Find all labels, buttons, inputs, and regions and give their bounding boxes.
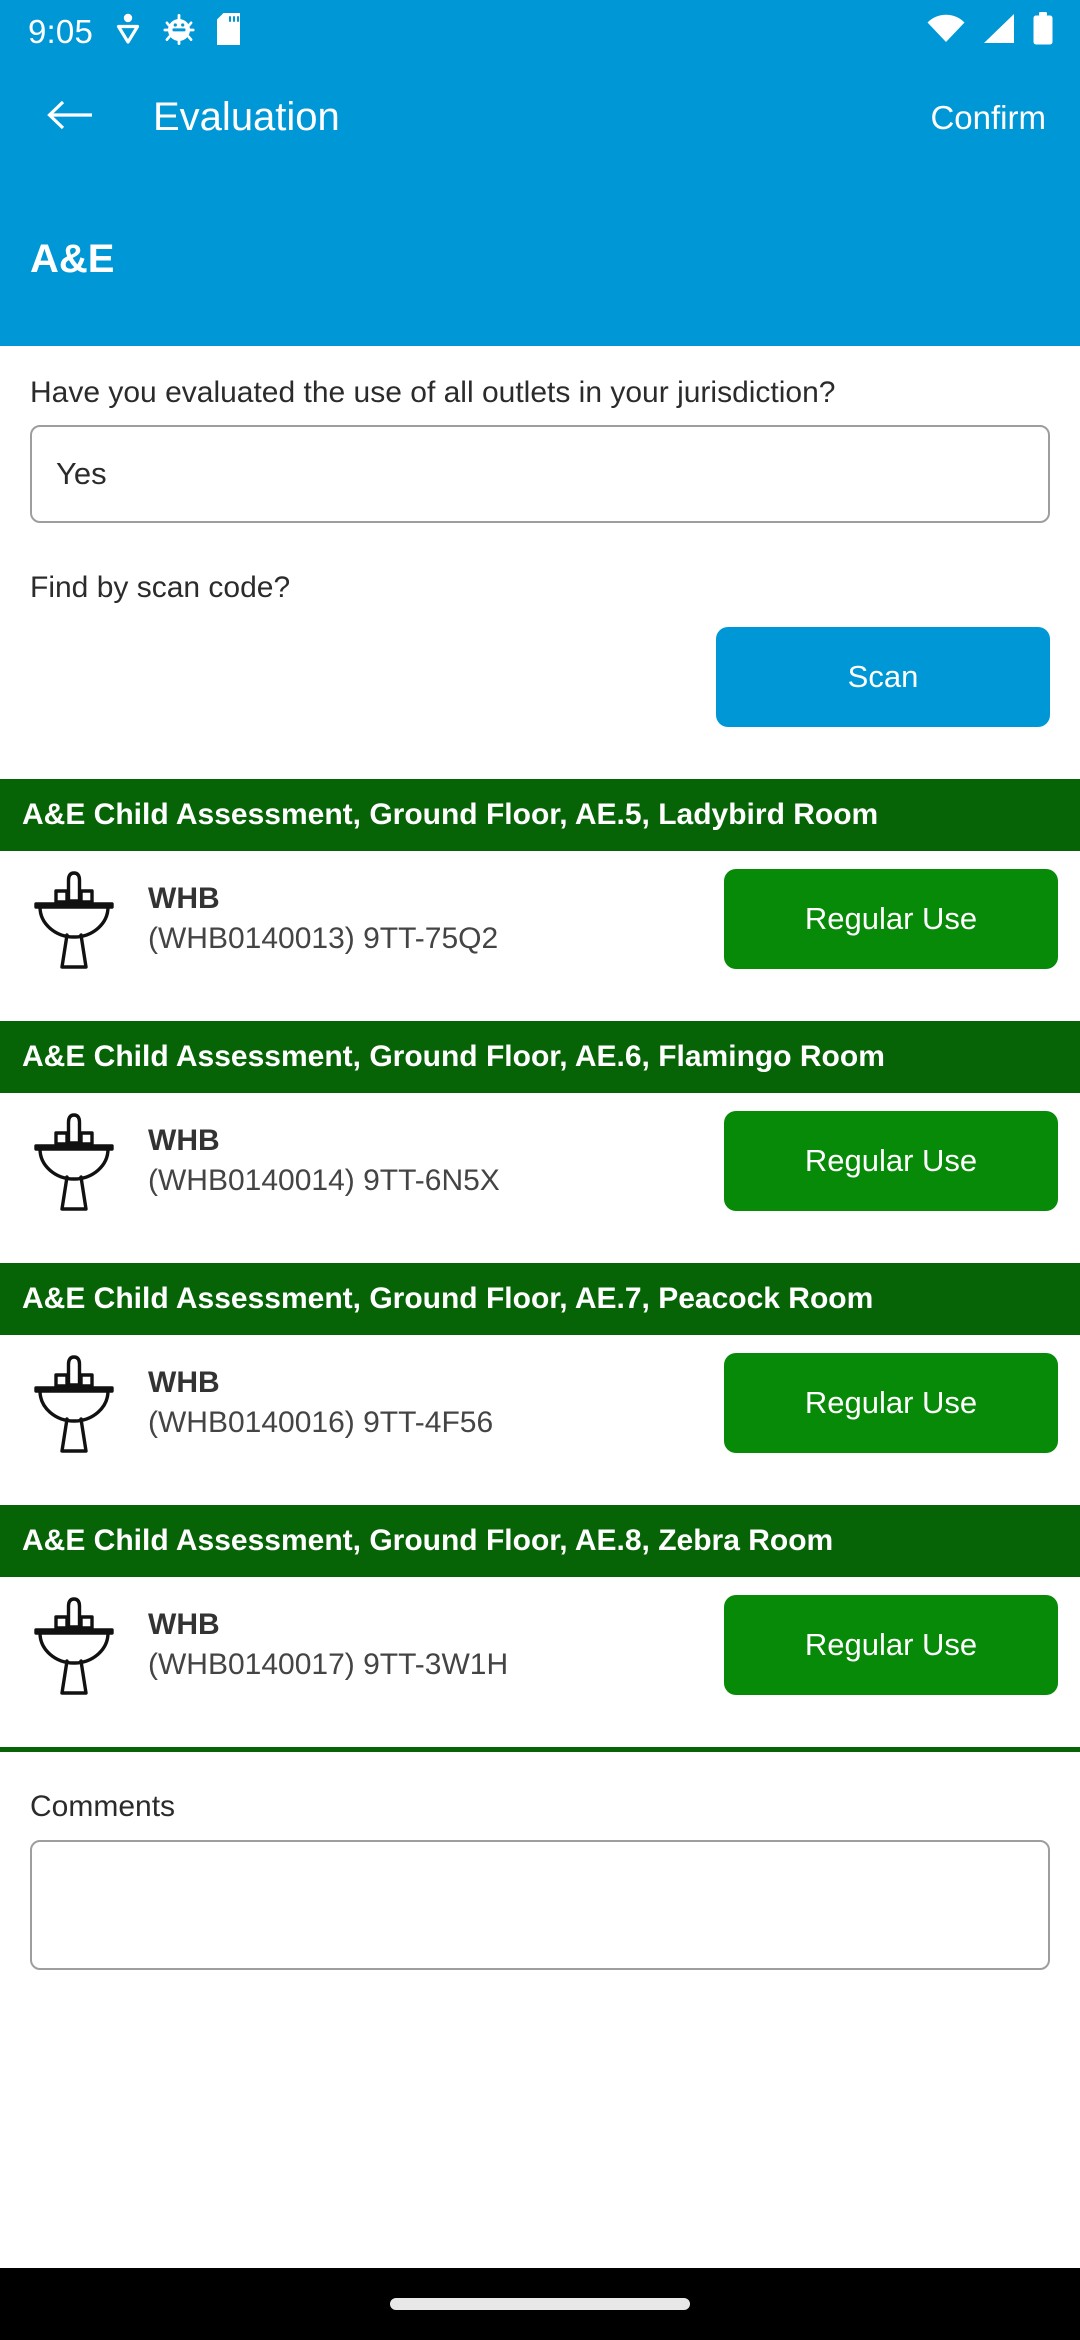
scan-button[interactable]: Scan	[716, 627, 1050, 727]
battery-icon	[1032, 12, 1054, 50]
asset-group-header: A&E Child Assessment, Ground Floor, AE.6…	[0, 1021, 1080, 1093]
evaluation-question-block: Have you evaluated the use of all outlet…	[0, 346, 1080, 523]
asset-type-label: WHB	[148, 1607, 220, 1641]
wash-hand-basin-glyph	[34, 1355, 114, 1453]
android-debug-icon	[163, 13, 195, 50]
sd-card-icon	[217, 12, 241, 50]
asset-group-header: A&E Child Assessment, Ground Floor, AE.5…	[0, 779, 1080, 851]
asset-status-button[interactable]: Regular Use	[724, 1595, 1058, 1695]
asset-identifier-label: (WHB0140014) 9TT-6N5X	[148, 1164, 500, 1197]
asset-group-spacer	[0, 1713, 1080, 1747]
comments-input[interactable]	[30, 1839, 1050, 1970]
asset-row[interactable]: WHB (WHB0140016) 9TT-4F56 Regular Use	[0, 1335, 1080, 1471]
asset-identifier-label: (WHB0140017) 9TT-3W1H	[148, 1648, 509, 1681]
evaluation-question-label: Have you evaluated the use of all outlet…	[30, 376, 836, 409]
asset-type-label: WHB	[148, 1365, 220, 1399]
status-bar: 9:05	[0, 0, 1080, 62]
asset-type-label: WHB	[148, 881, 220, 915]
wash-hand-basin-icon	[22, 1593, 126, 1697]
back-button[interactable]	[42, 89, 98, 145]
asset-group-header: A&E Child Assessment, Ground Floor, AE.8…	[0, 1505, 1080, 1577]
wash-hand-basin-glyph	[34, 1113, 114, 1211]
asset-status-button[interactable]: Regular Use	[724, 869, 1058, 969]
asset-row[interactable]: WHB (WHB0140013) 9TT-75Q2 Regular Use	[0, 851, 1080, 987]
asset-group-header: A&E Child Assessment, Ground Floor, AE.7…	[0, 1263, 1080, 1335]
evaluation-answer-input[interactable]: Yes	[30, 424, 1050, 523]
asset-identifier-label: (WHB0140013) 9TT-75Q2	[148, 922, 499, 955]
scan-label: Find by scan code?	[30, 570, 291, 604]
asset-group-spacer	[0, 987, 1080, 1021]
wifi-icon	[926, 13, 966, 50]
asset-group-header-label: A&E Child Assessment, Ground Floor, AE.7…	[22, 1282, 874, 1315]
section-title: A&E	[30, 237, 115, 281]
asset-details: WHB (WHB0140014) 9TT-6N5X	[126, 1121, 724, 1202]
asset-group-spacer	[0, 1471, 1080, 1505]
wash-hand-basin-glyph	[34, 871, 114, 969]
app-bar: Evaluation Confirm	[0, 62, 1080, 172]
asset-details: WHB (WHB0140017) 9TT-3W1H	[126, 1605, 724, 1686]
confirm-button[interactable]: Confirm	[926, 95, 1050, 140]
asset-row[interactable]: WHB (WHB0140014) 9TT-6N5X Regular Use	[0, 1093, 1080, 1229]
asset-status-button[interactable]: Regular Use	[724, 1353, 1058, 1453]
download-person-icon	[115, 13, 141, 50]
asset-group-spacer	[0, 1229, 1080, 1263]
home-gesture-pill[interactable]	[390, 2298, 690, 2310]
asset-group-header-label: A&E Child Assessment, Ground Floor, AE.5…	[22, 798, 879, 831]
status-bar-system-icons	[926, 12, 1054, 50]
asset-row[interactable]: WHB (WHB0140017) 9TT-3W1H Regular Use	[0, 1577, 1080, 1713]
comments-block: Comments	[0, 1752, 1080, 1970]
scan-button-row: Scan	[30, 627, 1050, 727]
wash-hand-basin-glyph	[34, 1597, 114, 1695]
wash-hand-basin-icon	[22, 1351, 126, 1455]
status-bar-clock: 9:05	[28, 12, 94, 50]
section-header-bar: A&E	[0, 172, 1080, 346]
asset-group-list: A&E Child Assessment, Ground Floor, AE.5…	[0, 779, 1080, 1747]
comments-label: Comments	[30, 1790, 176, 1823]
system-navigation-bar	[0, 2268, 1080, 2340]
asset-type-label: WHB	[148, 1123, 220, 1157]
wash-hand-basin-icon	[22, 867, 126, 971]
page-title: Evaluation	[153, 95, 340, 139]
asset-details: WHB (WHB0140013) 9TT-75Q2	[126, 879, 724, 960]
main-content: Have you evaluated the use of all outlet…	[0, 346, 1080, 1970]
cellular-signal-icon	[982, 13, 1016, 50]
asset-group-header-label: A&E Child Assessment, Ground Floor, AE.8…	[22, 1524, 834, 1557]
asset-group-header-label: A&E Child Assessment, Ground Floor, AE.6…	[22, 1040, 885, 1073]
arrow-left-icon	[46, 97, 94, 138]
asset-identifier-label: (WHB0140016) 9TT-4F56	[148, 1406, 494, 1439]
scan-bottom-spacer	[0, 727, 1080, 779]
wash-hand-basin-icon	[22, 1109, 126, 1213]
asset-details: WHB (WHB0140016) 9TT-4F56	[126, 1363, 724, 1444]
status-bar-notification-icons	[115, 12, 241, 50]
asset-status-button[interactable]: Regular Use	[724, 1111, 1058, 1211]
scan-block: Find by scan code? Scan	[0, 523, 1080, 727]
